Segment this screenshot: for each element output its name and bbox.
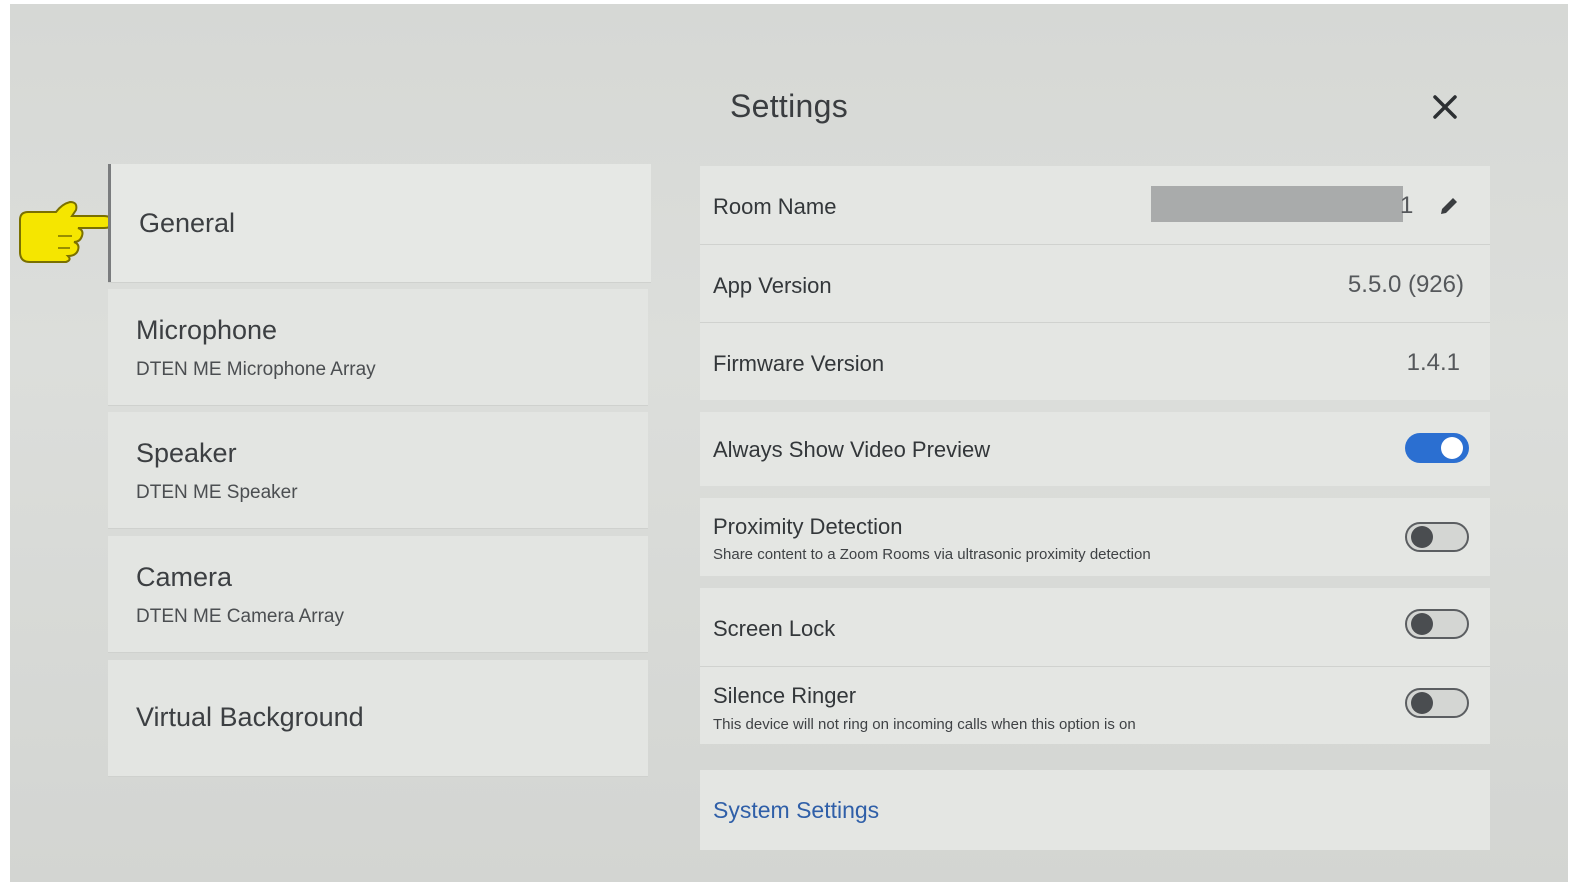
pencil-icon[interactable] — [1438, 195, 1460, 217]
app-version-value: 5.5.0 (926) — [1347, 271, 1464, 298]
firmware-version-label: Firmware Version — [713, 351, 885, 376]
nav-item-label: Microphone — [136, 315, 278, 345]
toggle-knob — [1411, 692, 1433, 714]
settings-screen: Settings General Microphone DTEN ME Micr… — [10, 4, 1568, 882]
proximity-detection-row: Proximity Detection Share content to a Z… — [700, 498, 1490, 576]
nav-item-label: Speaker — [136, 438, 237, 468]
nav-item-virtual-background[interactable]: Virtual Background — [108, 660, 648, 776]
nav-item-sub: DTEN ME Speaker — [136, 482, 298, 503]
close-button[interactable] — [1428, 90, 1462, 124]
proximity-detection-toggle[interactable] — [1405, 522, 1469, 552]
system-settings-link[interactable]: System Settings — [713, 797, 879, 824]
toggle-knob — [1441, 437, 1463, 459]
silence-ringer-toggle[interactable] — [1405, 688, 1469, 718]
firmware-version-row: Firmware Version 1.4.1 — [700, 323, 1490, 400]
nav-item-label: Virtual Background — [136, 702, 364, 732]
screen-lock-row: Screen Lock — [700, 588, 1490, 665]
toggle-knob — [1411, 526, 1433, 548]
info-group: Room Name 1 App Version 5.5.0 (926) Firm… — [700, 166, 1490, 400]
proximity-detection-description: Share content to a Zoom Rooms via ultras… — [713, 546, 1151, 563]
room-name-redacted — [1151, 186, 1403, 222]
nav-item-label: Camera — [136, 562, 233, 592]
silence-ringer-description: This device will not ring on incoming ca… — [713, 716, 1136, 733]
room-name-row: Room Name 1 — [700, 166, 1490, 244]
screen-lock-toggle[interactable] — [1405, 609, 1469, 639]
room-name-value: 1 — [1400, 192, 1414, 219]
lock-ringer-group: Screen Lock Silence Ringer This device w… — [700, 588, 1490, 744]
app-version-row: App Version 5.5.0 (926) — [700, 245, 1490, 322]
silence-ringer-label: Silence Ringer — [713, 683, 857, 708]
toggle-knob — [1411, 613, 1433, 635]
pointing-hand-icon — [19, 200, 114, 263]
app-version-label: App Version — [713, 273, 832, 298]
system-settings-row[interactable]: System Settings — [700, 770, 1490, 850]
nav-item-sub: DTEN ME Camera Array — [136, 606, 344, 627]
nav-item-camera[interactable]: Camera DTEN ME Camera Array — [108, 536, 648, 652]
room-name-label: Room Name — [713, 194, 837, 219]
nav-item-microphone[interactable]: Microphone DTEN ME Microphone Array — [108, 289, 648, 405]
proximity-detection-label: Proximity Detection — [713, 514, 903, 539]
always-show-video-preview-label: Always Show Video Preview — [713, 437, 991, 462]
nav-item-sub: DTEN ME Microphone Array — [136, 359, 376, 380]
firmware-version-value: 1.4.1 — [1406, 349, 1460, 376]
page-title: Settings — [729, 88, 849, 124]
always-show-video-preview-row: Always Show Video Preview — [700, 412, 1490, 486]
screen-lock-label: Screen Lock — [713, 616, 836, 641]
nav-item-speaker[interactable]: Speaker DTEN ME Speaker — [108, 412, 648, 528]
nav-item-general[interactable]: General — [108, 164, 651, 282]
always-show-video-preview-toggle[interactable] — [1405, 433, 1469, 463]
close-icon — [1433, 95, 1457, 119]
nav-item-label: General — [139, 208, 236, 238]
silence-ringer-row: Silence Ringer This device will not ring… — [700, 667, 1490, 744]
